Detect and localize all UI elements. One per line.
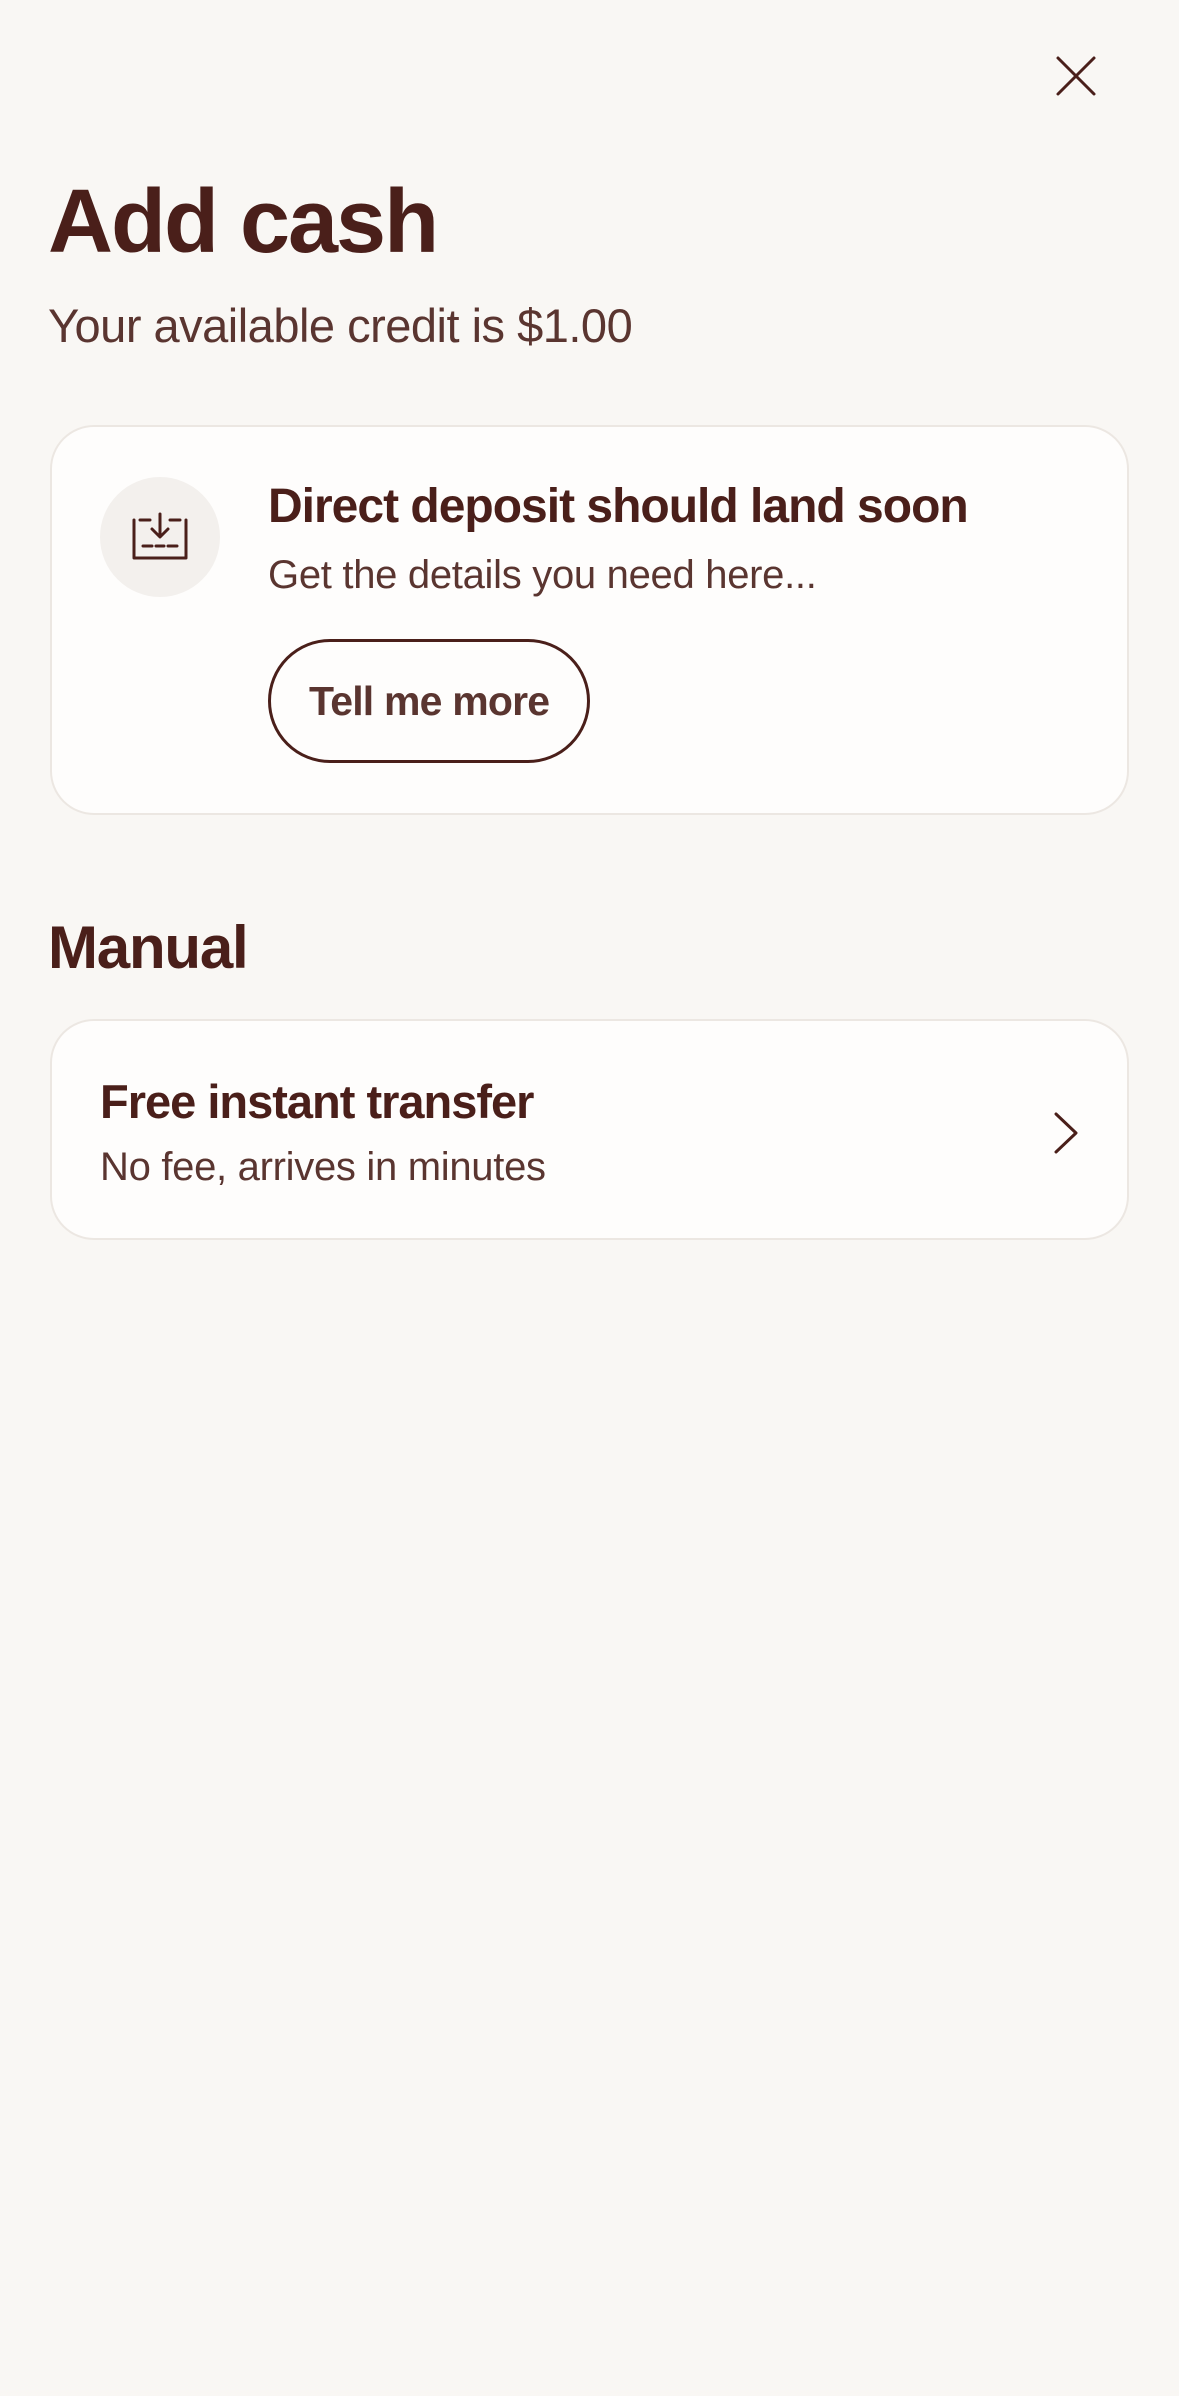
chevron-right-icon bbox=[1038, 1105, 1094, 1161]
close-button[interactable] bbox=[1040, 40, 1112, 112]
manual-section-heading: Manual bbox=[48, 914, 249, 981]
deposit-icon-container bbox=[100, 477, 220, 597]
close-icon bbox=[1056, 56, 1096, 96]
direct-deposit-card: Direct deposit should land soon Get the … bbox=[50, 425, 1129, 815]
download-tray-icon bbox=[132, 512, 188, 560]
transfer-title: Free instant transfer bbox=[100, 1075, 534, 1128]
available-credit-text: Your available credit is $1.00 bbox=[48, 299, 633, 352]
deposit-subtitle: Get the details you need here... bbox=[268, 553, 817, 597]
tell-me-more-button[interactable]: Tell me more bbox=[268, 639, 591, 763]
page-title: Add cash bbox=[48, 172, 439, 272]
free-instant-transfer-row[interactable]: Free instant transfer No fee, arrives in… bbox=[50, 1019, 1129, 1240]
deposit-title: Direct deposit should land soon bbox=[268, 480, 969, 533]
transfer-subtitle: No fee, arrives in minutes bbox=[100, 1145, 546, 1189]
